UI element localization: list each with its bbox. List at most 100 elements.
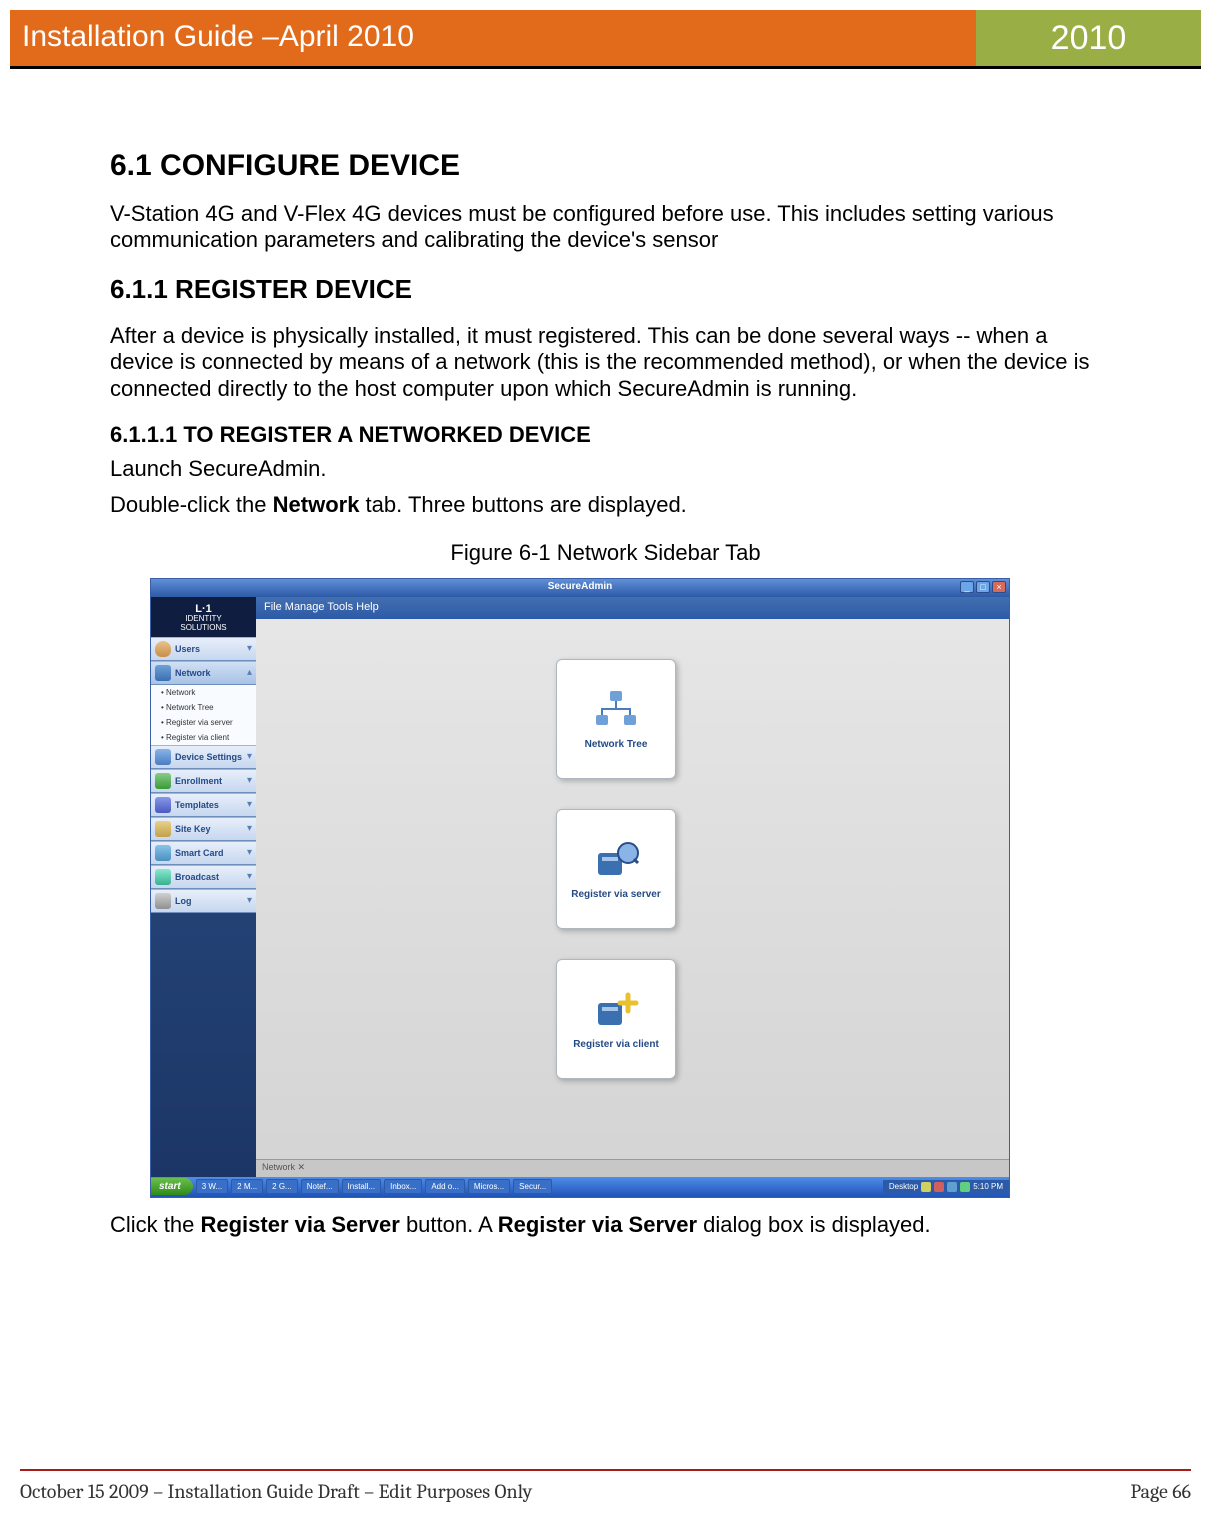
subsection-heading: 6.1.1 REGISTER DEVICE [110, 274, 1101, 305]
step-3-pre: Click the [110, 1212, 200, 1237]
submenu-item-network[interactable]: • Network [151, 685, 256, 700]
footer-left: October 15 2009 – Installation Guide Dra… [20, 1480, 532, 1503]
windows-taskbar: start 3 W... 2 M... 2 G... Notef... Inst… [151, 1177, 1009, 1197]
card-label: Register via server [571, 889, 661, 900]
client-icon [588, 987, 644, 1031]
chevron-down-icon: ▾ [247, 823, 252, 834]
tray-icon[interactable] [921, 1182, 931, 1192]
step-2-pre: Double-click the [110, 492, 273, 517]
taskbar-item[interactable]: 2 G... [266, 1179, 298, 1194]
card-register-via-client[interactable]: Register via client [556, 959, 676, 1079]
sidebar: L·1 IDENTITY SOLUTIONS Users ▾ Network ▴… [151, 597, 256, 1177]
step-2: Double-click the Network tab. Three butt… [110, 492, 1101, 518]
screenshot-secureadmin: SecureAdmin _ □ × File Manage Tools Help… [150, 578, 1010, 1198]
sidebar-item-enrollment[interactable]: Enrollment ▾ [151, 769, 256, 793]
broadcast-icon [155, 869, 171, 885]
taskbar-item[interactable]: Install... [342, 1179, 382, 1194]
page-footer: October 15 2009 – Installation Guide Dra… [20, 1480, 1191, 1503]
tray-icon[interactable] [934, 1182, 944, 1192]
main-panel: Network Tree Register via server Registe… [256, 619, 1009, 1177]
step-1: Launch SecureAdmin. [110, 456, 1101, 482]
step-3-bold2: Register via Server [498, 1212, 697, 1237]
tab-network[interactable]: Network ✕ [262, 1162, 305, 1172]
submenu-item-register-server[interactable]: • Register via server [151, 715, 256, 730]
taskbar-item[interactable]: 2 M... [231, 1179, 263, 1194]
sidebar-item-label: Network [175, 668, 247, 678]
sidebar-item-label: Log [175, 896, 247, 906]
server-icon [588, 837, 644, 881]
taskbar-item[interactable]: Notef... [301, 1179, 339, 1194]
footer-rule [20, 1469, 1191, 1471]
tray-icon[interactable] [947, 1182, 957, 1192]
submenu-item-register-client[interactable]: • Register via client [151, 730, 256, 745]
chevron-down-icon: ▾ [247, 799, 252, 810]
system-tray[interactable]: Desktop 5:10 PM [883, 1180, 1009, 1194]
sidebar-item-device-settings[interactable]: Device Settings ▾ [151, 745, 256, 769]
sidebar-network-submenu: • Network • Network Tree • Register via … [151, 685, 256, 745]
chevron-down-icon: ▾ [247, 871, 252, 882]
card-label: Register via client [573, 1039, 659, 1050]
sidebar-item-label: Broadcast [175, 872, 247, 882]
sidebar-item-label: Smart Card [175, 848, 247, 858]
document-tab-bar[interactable]: Network ✕ [256, 1159, 1009, 1177]
step-2-bold: Network [273, 492, 360, 517]
window-controls: _ □ × [960, 581, 1006, 593]
step-2-post: tab. Three buttons are displayed. [359, 492, 686, 517]
maximize-button[interactable]: □ [976, 581, 990, 593]
sidebar-item-network[interactable]: Network ▴ [151, 661, 256, 685]
tray-icon[interactable] [960, 1182, 970, 1192]
card-icon [155, 845, 171, 861]
card-label: Network Tree [585, 739, 648, 750]
taskbar-item[interactable]: 3 W... [196, 1179, 228, 1194]
enrollment-icon [155, 773, 171, 789]
sidebar-item-label: Site Key [175, 824, 247, 834]
sidebar-logo: L·1 IDENTITY SOLUTIONS [151, 597, 256, 637]
page-header: Installation Guide –April 2010 2010 [10, 10, 1201, 66]
tray-desktop[interactable]: Desktop [889, 1182, 918, 1191]
window-titlebar: SecureAdmin _ □ × [151, 579, 1009, 597]
templates-icon [155, 797, 171, 813]
header-year: 2010 [976, 10, 1201, 66]
card-network-tree[interactable]: Network Tree [556, 659, 676, 779]
step-3-mid: button. A [400, 1212, 498, 1237]
logo-bot: SOLUTIONS [155, 624, 252, 633]
step-3-bold1: Register via Server [200, 1212, 399, 1237]
figure-caption: Figure 6-1 Network Sidebar Tab [110, 540, 1101, 566]
sidebar-item-log[interactable]: Log ▾ [151, 889, 256, 913]
card-register-via-server[interactable]: Register via server [556, 809, 676, 929]
step-3-post: dialog box is displayed. [697, 1212, 931, 1237]
taskbar-item[interactable]: Secur... [513, 1179, 552, 1194]
chevron-down-icon: ▾ [247, 775, 252, 786]
close-button[interactable]: × [992, 581, 1006, 593]
chevron-down-icon: ▾ [247, 751, 252, 762]
chevron-down-icon: ▾ [247, 643, 252, 654]
sidebar-item-users[interactable]: Users ▾ [151, 637, 256, 661]
gear-icon [155, 749, 171, 765]
sidebar-item-smart-card[interactable]: Smart Card ▾ [151, 841, 256, 865]
taskbar-item[interactable]: Micros... [468, 1179, 510, 1194]
clock: 5:10 PM [973, 1182, 1003, 1191]
section-heading: 6.1 CONFIGURE DEVICE [110, 149, 1101, 183]
log-icon [155, 893, 171, 909]
sidebar-item-label: Enrollment [175, 776, 247, 786]
header-title: Installation Guide –April 2010 [10, 10, 976, 66]
minimize-button[interactable]: _ [960, 581, 974, 593]
sidebar-item-site-key[interactable]: Site Key ▾ [151, 817, 256, 841]
submenu-item-network-tree[interactable]: • Network Tree [151, 700, 256, 715]
step-3: Click the Register via Server button. A … [110, 1212, 1101, 1238]
sidebar-item-label: Templates [175, 800, 247, 810]
network-icon [155, 665, 171, 681]
menu-bar[interactable]: File Manage Tools Help [256, 597, 1009, 619]
taskbar-item[interactable]: Inbox... [384, 1179, 422, 1194]
section-intro: V-Station 4G and V-Flex 4G devices must … [110, 201, 1101, 254]
sidebar-item-label: Device Settings [175, 752, 247, 762]
sidebar-item-broadcast[interactable]: Broadcast ▾ [151, 865, 256, 889]
start-button[interactable]: start [151, 1178, 193, 1195]
chevron-up-icon: ▴ [247, 667, 252, 678]
key-icon [155, 821, 171, 837]
chevron-down-icon: ▾ [247, 895, 252, 906]
user-icon [155, 641, 171, 657]
content-area: 6.1 CONFIGURE DEVICE V-Station 4G and V-… [0, 69, 1211, 1238]
sidebar-item-templates[interactable]: Templates ▾ [151, 793, 256, 817]
taskbar-item[interactable]: Add o... [425, 1179, 465, 1194]
